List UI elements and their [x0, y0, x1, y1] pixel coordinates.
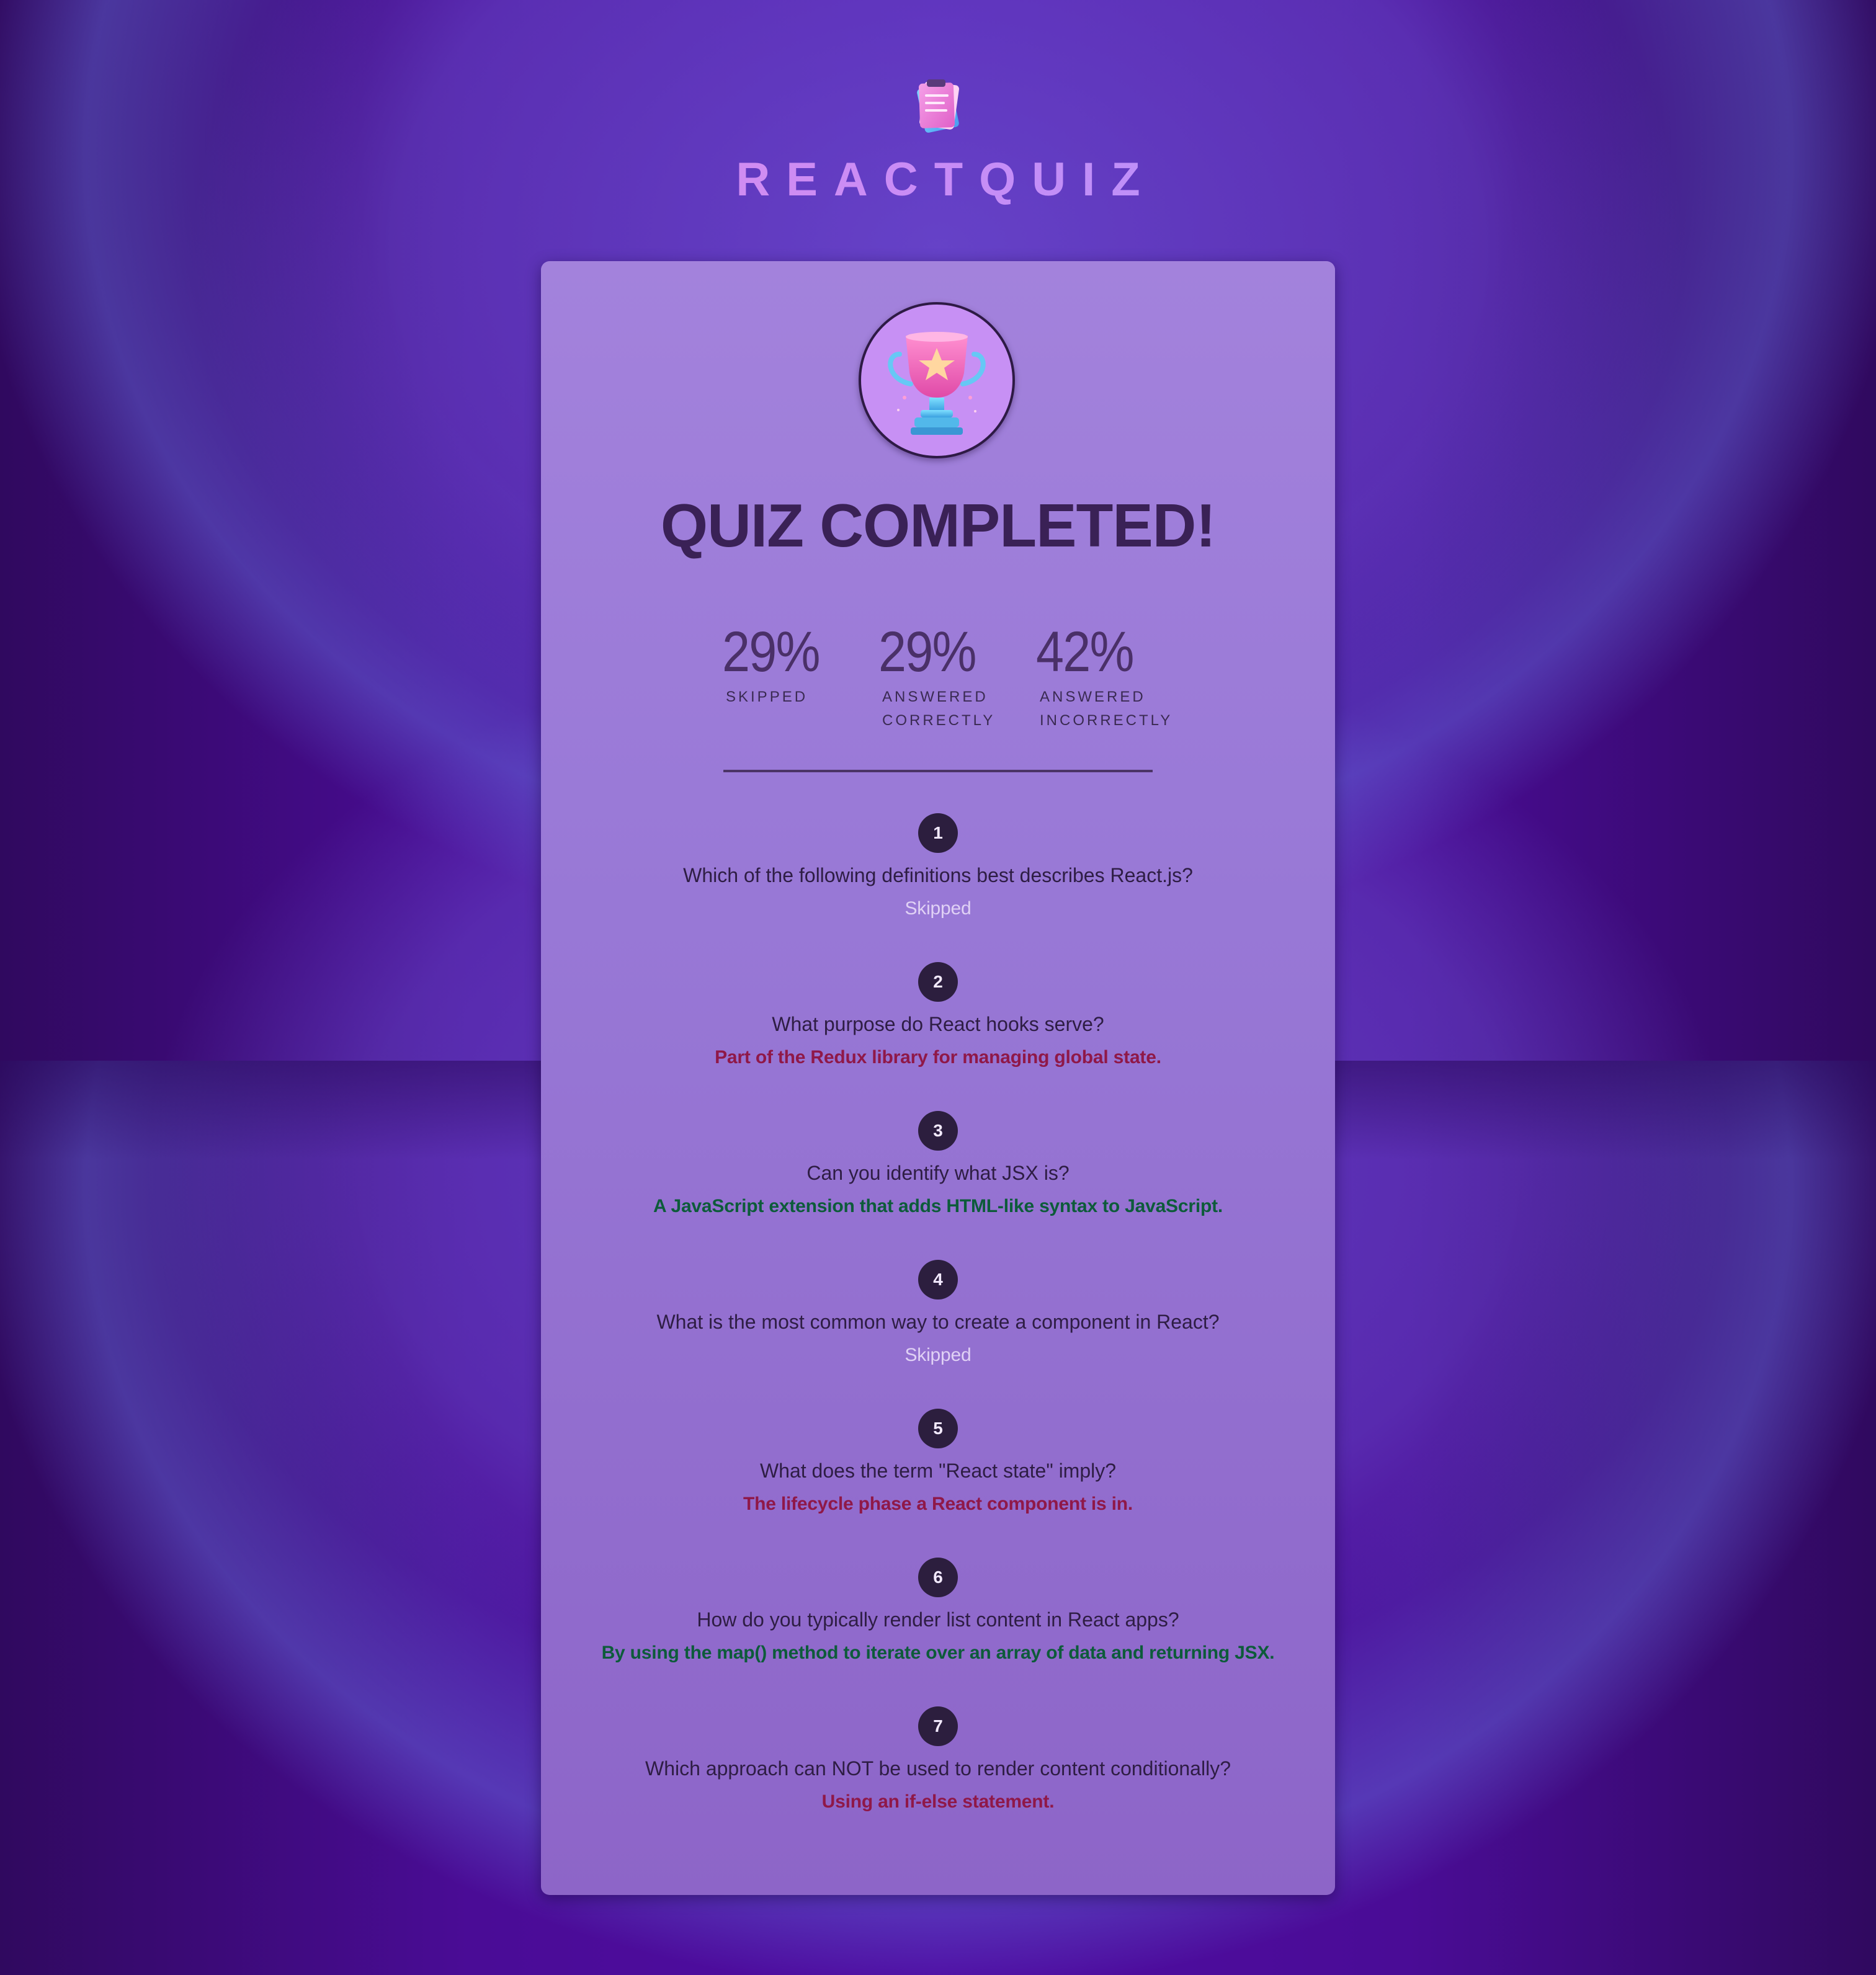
question-number-badge: 3 — [918, 1111, 958, 1151]
question-text: What purpose do React hooks serve? — [772, 1013, 1104, 1035]
question-number-badge: 2 — [918, 962, 958, 1002]
stat-answered-correctly: 29% ANSWERED CORRECTLY — [878, 621, 995, 733]
stats-divider — [723, 770, 1153, 772]
user-answer: Using an if-else statement. — [821, 1791, 1055, 1812]
answer-item: 6 How do you typically render list conte… — [541, 1558, 1335, 1706]
answer-item: 5 What does the term "React state" imply… — [541, 1409, 1335, 1558]
user-answer: By using the map() method to iterate ove… — [601, 1643, 1275, 1663]
question-number-badge: 6 — [918, 1558, 958, 1597]
question-text: What does the term "React state" imply? — [759, 1460, 1117, 1482]
stat-label: ANSWERED CORRECTLY — [882, 689, 996, 729]
question-number-badge: 7 — [918, 1706, 958, 1746]
user-answer: Part of the Redux library for managing g… — [715, 1047, 1161, 1068]
trophy-badge — [859, 302, 1015, 458]
answers-list: 1 Which of the following definitions bes… — [541, 813, 1335, 1855]
stat-value: 29% — [722, 620, 821, 684]
question-number-badge: 5 — [918, 1409, 958, 1448]
question-text: Which of the following definitions best … — [683, 864, 1193, 886]
answer-item: 1 Which of the following definitions bes… — [541, 813, 1335, 962]
question-number-badge: 4 — [918, 1260, 958, 1300]
answer-item: 3 Can you identify what JSX is? A JavaSc… — [541, 1111, 1335, 1260]
app-header: REACTQUIZ — [0, 74, 1876, 207]
user-answer: Skipped — [904, 1345, 972, 1365]
user-answer: The lifecycle phase a React component is… — [743, 1494, 1133, 1514]
quiz-papers-icon — [917, 79, 959, 133]
stat-label: ANSWERED INCORRECTLY — [1040, 689, 1173, 729]
user-answer: A JavaScript extension that adds HTML-li… — [653, 1196, 1223, 1216]
answer-item: 4 What is the most common way to create … — [541, 1260, 1335, 1409]
quiz-completed-title: QUIZ COMPLETED! — [660, 491, 1216, 560]
question-text: What is the most common way to create a … — [656, 1311, 1220, 1333]
stats-row: 29% SKIPPED 29% ANSWERED CORRECTLY 42% A… — [722, 621, 1170, 729]
answer-item: 2 What purpose do React hooks serve? Par… — [541, 962, 1335, 1111]
stat-skipped: 29% SKIPPED — [722, 621, 833, 709]
trophy-icon — [864, 307, 1010, 453]
question-text: Can you identify what JSX is? — [806, 1162, 1070, 1184]
question-text: How do you typically render list content… — [697, 1608, 1179, 1631]
stat-label: SKIPPED — [726, 689, 808, 705]
stat-value: 29% — [878, 620, 977, 684]
answer-item: 7 Which approach can NOT be used to rend… — [541, 1706, 1335, 1855]
stat-answered-incorrectly: 42% ANSWERED INCORRECTLY — [1036, 621, 1172, 733]
question-number-badge: 1 — [918, 813, 958, 853]
user-answer: Skipped — [904, 898, 972, 919]
app-title: REACTQUIZ — [0, 153, 1876, 207]
stat-value: 42% — [1036, 620, 1135, 684]
question-text: Which approach can NOT be used to render… — [645, 1757, 1231, 1780]
summary-card: QUIZ COMPLETED! 29% SKIPPED 29% ANSWERED… — [541, 261, 1335, 1895]
